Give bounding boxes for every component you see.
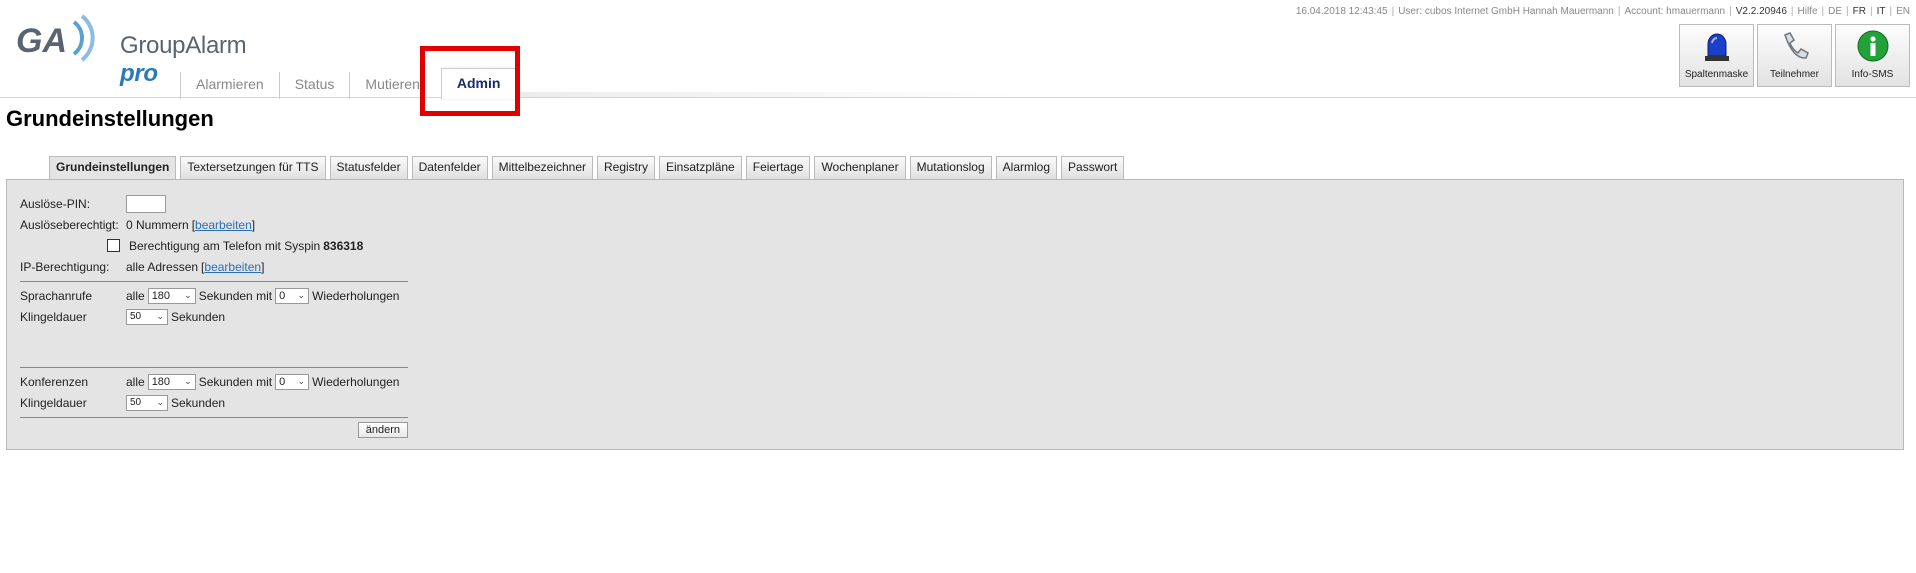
version-text: V2.2.20946	[1735, 6, 1787, 17]
divider	[20, 417, 408, 418]
settings-form: Auslöse-PIN: Auslöseberechtigt: 0 Nummer…	[20, 193, 408, 438]
tab-alarmieren[interactable]: Alarmieren	[180, 72, 279, 99]
sprach-label: Sprachanrufe	[20, 288, 93, 303]
konf-label: Konferenzen	[20, 374, 89, 389]
klingel1-value: 50	[130, 311, 142, 322]
subtab-wochenplaner[interactable]: Wochenplaner	[814, 156, 906, 179]
divider	[20, 367, 408, 368]
subtab-registry[interactable]: Registry	[597, 156, 656, 179]
session-info-bar: 16.04.2018 12:43:45 | User: cubos Internet…	[1295, 6, 1910, 17]
teilnehmer-label: Teilnehmer	[1770, 69, 1819, 80]
berechtigt-value: 0 Nummern	[126, 217, 189, 232]
ip-edit-link[interactable]: bearbeiten	[204, 260, 261, 274]
chevron-down-icon: ⌄	[297, 376, 306, 386]
ga-logo-icon: GA	[16, 14, 95, 62]
sprach-repeat-value: 0	[279, 289, 286, 302]
wiederholungen-text: Wiederholungen	[312, 288, 400, 303]
spaltenmaske-label: Spaltenmaske	[1684, 69, 1749, 80]
help-link[interactable]: Hilfe	[1798, 6, 1818, 17]
tab-status[interactable]: Status	[278, 72, 350, 99]
phone-perm-text: Berechtigung am Telefon mit Syspin	[129, 238, 321, 253]
alle-text: alle	[126, 288, 145, 303]
info-icon	[1857, 30, 1888, 62]
lang-it-link[interactable]: IT	[1877, 6, 1886, 17]
siren-icon	[1704, 33, 1729, 61]
submit-row: ändern	[20, 422, 408, 438]
chevron-down-icon: ⌄	[156, 397, 164, 407]
sekunden-text: Sekunden	[171, 309, 226, 324]
aendern-button[interactable]: ändern	[357, 422, 408, 438]
divider	[20, 281, 408, 282]
konf-interval-select[interactable]: 180 ⌄	[147, 373, 196, 390]
phone-icon	[1783, 32, 1809, 59]
chevron-down-icon: ⌄	[184, 290, 192, 300]
syspin-value: 836318	[323, 238, 364, 253]
datetime-text: 16.04.2018 12:43:45	[1295, 6, 1388, 17]
klingel2-value: 50	[130, 397, 142, 408]
phone-perm-checkbox[interactable]	[107, 239, 120, 252]
lang-en-link[interactable]: EN	[1896, 6, 1910, 17]
toolbar-icon-buttons: Spaltenmaske Teilnehmer Info-SMS	[1679, 24, 1910, 87]
sekunden-mit-text: Sekunden mit	[198, 288, 273, 303]
klingel1-row: Klingeldauer 50 ⌄ Sekunden	[20, 306, 408, 327]
sprach-row: Sprachanrufe alle 180 ⌄ Sekunden mit 0 ⌄ W…	[20, 285, 408, 306]
subtab-textersetzungen[interactable]: Textersetzungen für TTS	[180, 156, 326, 179]
info-sms-label: Info-SMS	[1851, 69, 1894, 80]
chevron-down-icon: ⌄	[297, 290, 306, 300]
ip-label: IP-Berechtigung:	[20, 259, 110, 274]
chevron-down-icon: ⌄	[184, 376, 192, 386]
pin-label: Auslöse-PIN:	[20, 196, 91, 211]
konf-repeat-select[interactable]: 0 ⌄	[275, 373, 310, 390]
klingel1-select[interactable]: 50 ⌄	[126, 308, 168, 325]
spaltenmaske-button[interactable]: Spaltenmaske	[1679, 24, 1754, 87]
berechtigt-edit-link[interactable]: bearbeiten	[195, 218, 252, 232]
berechtigt-row: Auslöseberechtigt: 0 Nummern [bearbeiten]	[20, 217, 256, 232]
sprach-interval-select[interactable]: 180 ⌄	[147, 287, 196, 304]
subtab-passwort[interactable]: Passwort	[1061, 156, 1125, 179]
pin-row: Auslöse-PIN:	[20, 193, 408, 214]
user-text: User: cubos Internet GmbH Hannah Mauerma…	[1398, 6, 1614, 17]
logo-mark-text: GA	[16, 22, 67, 60]
subtab-datenfelder[interactable]: Datenfelder	[411, 156, 488, 179]
subtab-grundeinstellungen[interactable]: Grundeinstellungen	[49, 156, 177, 179]
klingel2-label: Klingeldauer	[20, 395, 87, 410]
klingel2-row: Klingeldauer 50 ⌄ Sekunden	[20, 392, 408, 413]
pin-input[interactable]	[126, 194, 166, 213]
klingel2-select[interactable]: 50 ⌄	[126, 394, 168, 411]
teilnehmer-button[interactable]: Teilnehmer	[1757, 24, 1832, 87]
subtab-einsatzplaene[interactable]: Einsatzpläne	[659, 156, 742, 179]
klingel1-label: Klingeldauer	[20, 309, 87, 324]
sekunden-text: Sekunden	[171, 395, 226, 410]
app-logo[interactable]: GA GroupAlarm pro	[16, 8, 286, 87]
konf-interval-value: 180	[151, 375, 171, 388]
konf-repeat-value: 0	[279, 375, 286, 388]
phone-perm-row: Berechtigung am Telefon mit Syspin 836318	[20, 235, 408, 256]
lang-fr-link[interactable]: FR	[1853, 6, 1866, 17]
highlight-box	[420, 46, 520, 116]
ip-row: IP-Berechtigung: alle Adressen [bearbeite…	[20, 259, 265, 274]
page-title: Grundeinstellungen	[6, 106, 214, 131]
chevron-down-icon: ⌄	[156, 311, 164, 321]
subtab-mutationslog[interactable]: Mutationslog	[909, 156, 992, 179]
settings-panel: Auslöse-PIN: Auslöseberechtigt: 0 Nummer…	[6, 179, 1904, 450]
lang-de-link[interactable]: DE	[1828, 6, 1842, 17]
sprach-repeat-select[interactable]: 0 ⌄	[275, 287, 310, 304]
account-text: Account: hmauermann	[1624, 6, 1726, 17]
wiederholungen-text: Wiederholungen	[312, 374, 400, 389]
subtab-feiertage[interactable]: Feiertage	[745, 156, 811, 179]
info-sms-button[interactable]: Info-SMS	[1835, 24, 1910, 87]
subtab-alarmlog[interactable]: Alarmlog	[995, 156, 1058, 179]
logo-name: GroupAlarm	[120, 32, 247, 59]
berechtigt-label: Auslöseberechtigt:	[20, 217, 119, 232]
sprach-interval-value: 180	[151, 289, 171, 302]
alle-text: alle	[126, 374, 145, 389]
subtab-mittelbezeichner[interactable]: Mittelbezeichner	[491, 156, 593, 179]
ip-value: alle Adressen	[126, 259, 199, 274]
konf-row: Konferenzen alle 180 ⌄ Sekunden mit 0 ⌄ Wi…	[20, 371, 408, 392]
subtab-statusfelder[interactable]: Statusfelder	[329, 156, 408, 179]
sekunden-mit-text: Sekunden mit	[198, 374, 273, 389]
admin-subtabs: Grundeinstellungen Textersetzungen für T…	[49, 156, 1125, 179]
logo-suffix: pro	[120, 60, 158, 87]
